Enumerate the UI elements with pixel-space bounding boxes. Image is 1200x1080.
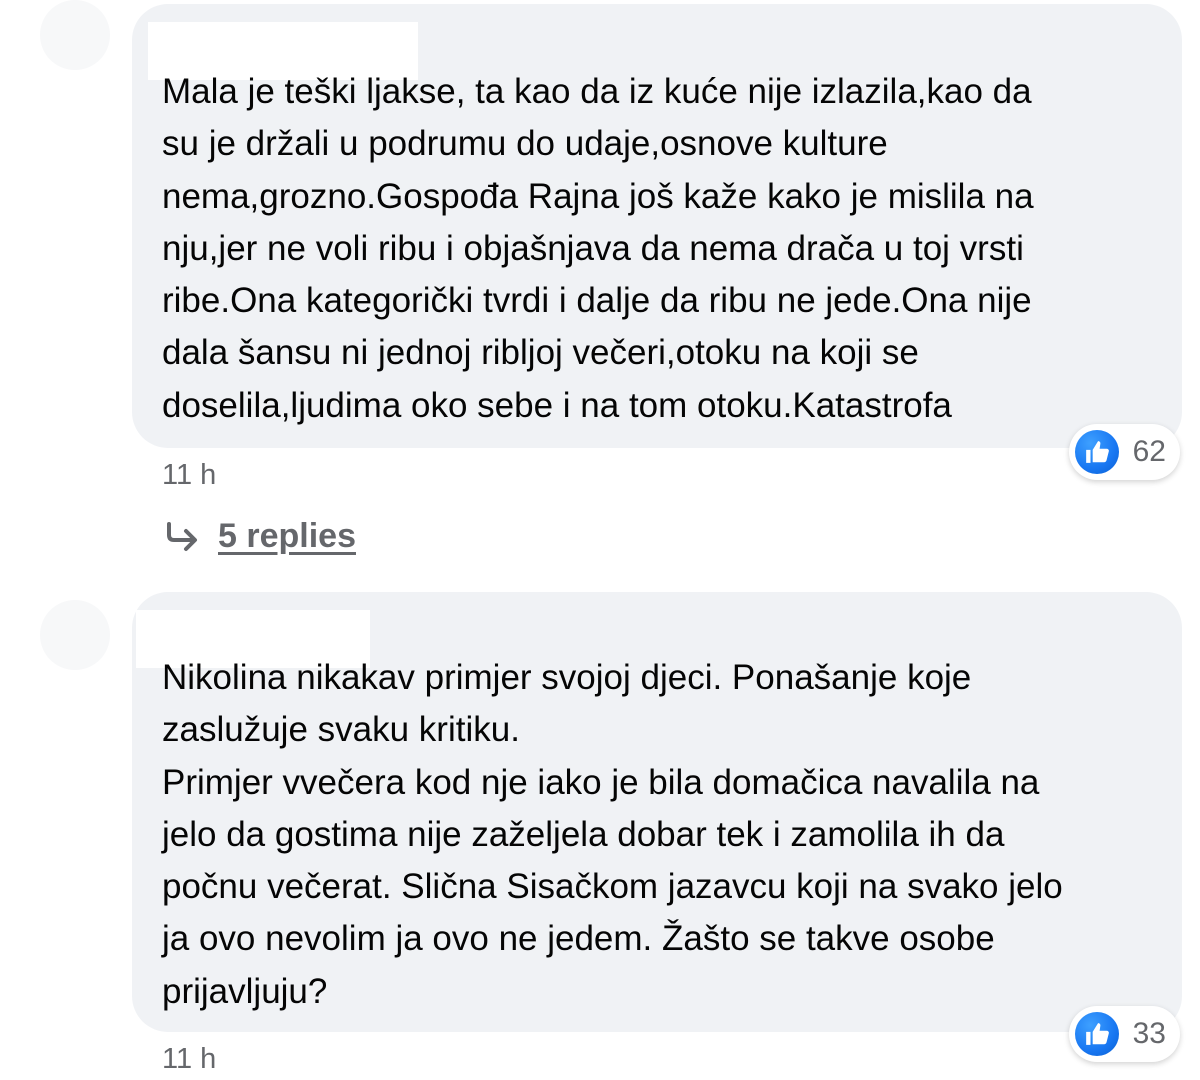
reply-arrow-icon xyxy=(164,521,200,552)
comment: Mala je teški ljakse, ta kao da iz kuće … xyxy=(132,4,1182,491)
avatar[interactable] xyxy=(40,600,110,670)
comment-bubble: Nikolina nikakav primjer svojoj djeci. P… xyxy=(132,592,1182,1062)
comment: Nikolina nikakav primjer svojoj djeci. P… xyxy=(132,592,1182,1075)
reaction-summary[interactable]: 33 xyxy=(1068,1006,1180,1062)
reaction-summary[interactable]: 62 xyxy=(1068,424,1180,480)
comment-text: Nikolina nikakav primjer svojoj djeci. P… xyxy=(162,658,1063,1011)
comment-text: Mala je teški ljakse, ta kao da iz kuće … xyxy=(162,72,1034,425)
comment-bubble: Mala je teški ljakse, ta kao da iz kuće … xyxy=(132,4,1182,480)
replies-count-label[interactable]: 5 replies xyxy=(218,517,356,556)
view-replies-link[interactable]: 5 replies xyxy=(164,517,356,556)
avatar[interactable] xyxy=(40,0,110,70)
comments-panel: Mala je teški ljakse, ta kao da iz kuće … xyxy=(0,0,1200,1080)
like-icon xyxy=(1074,430,1119,474)
reaction-count: 62 xyxy=(1132,435,1166,468)
reaction-count: 33 xyxy=(1132,1017,1166,1050)
comment-timestamp[interactable]: 11 h xyxy=(162,1043,216,1076)
comment-timestamp[interactable]: 11 h xyxy=(162,459,216,492)
like-icon xyxy=(1074,1012,1119,1056)
